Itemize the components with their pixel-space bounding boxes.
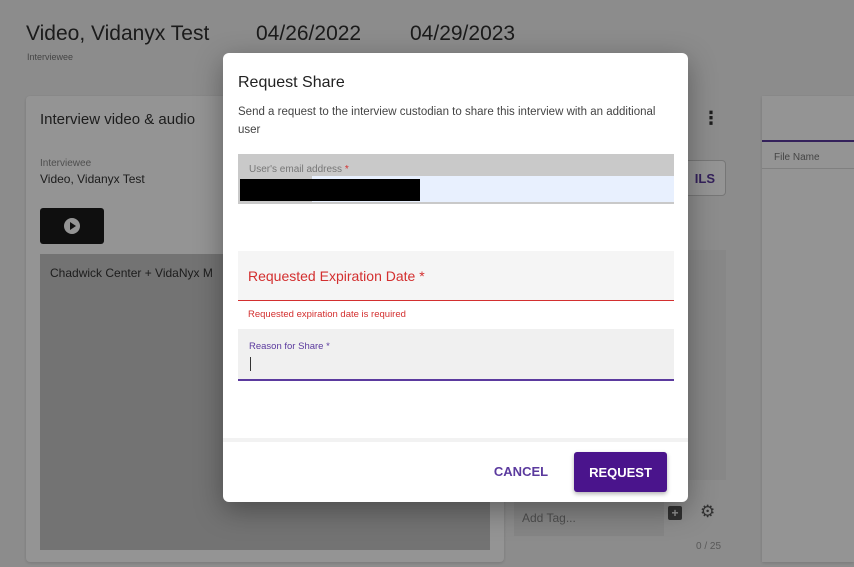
email-field[interactable]: User's email address * — [238, 154, 674, 204]
redacted-email — [240, 179, 420, 201]
expiration-error-text: Requested expiration date is required — [248, 309, 406, 320]
dialog-description: Send a request to the interview custodia… — [238, 106, 656, 136]
reason-label: Reason for Share * — [249, 341, 330, 352]
dialog-title: Request Share — [238, 74, 345, 91]
email-label: User's email address * — [249, 164, 349, 175]
cancel-button[interactable]: CANCEL — [481, 456, 561, 486]
request-share-dialog: Request Share Send a request to the inte… — [223, 53, 688, 502]
request-button[interactable]: REQUEST — [574, 452, 667, 492]
reason-field[interactable]: Reason for Share * — [238, 329, 674, 381]
expiration-date-label: Requested Expiration Date * — [248, 268, 425, 284]
expiration-date-field[interactable]: Requested Expiration Date * — [238, 251, 674, 301]
footer-divider — [223, 438, 688, 442]
text-cursor — [250, 357, 251, 371]
